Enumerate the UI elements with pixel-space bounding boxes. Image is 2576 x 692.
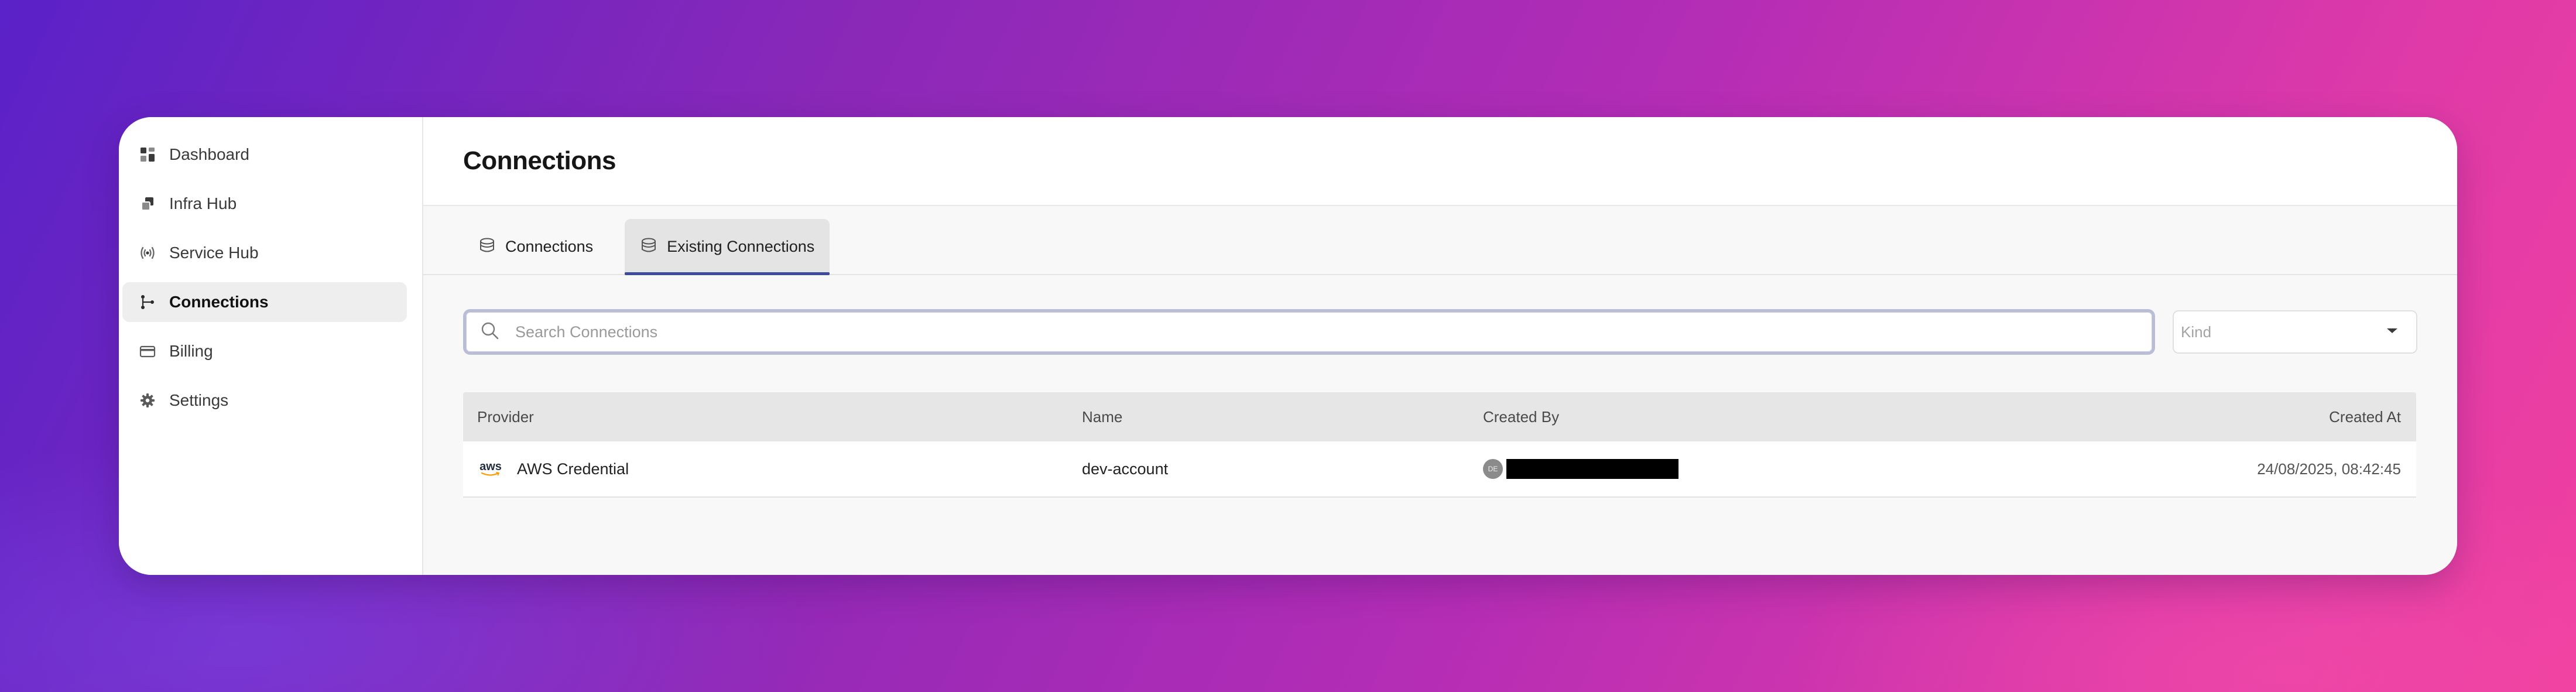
search-icon [480,321,500,344]
chevron-down-icon [2386,327,2399,338]
filter-bar: Kind [463,309,2417,355]
tab-bar: Connections Existing Connections [423,206,2457,275]
table-row[interactable]: aws AWS Credential dev-account DE 24/08/… [463,441,2416,498]
gear-icon [139,392,156,409]
sidebar-item-label: Infra Hub [169,194,237,213]
provider-name: AWS Credential [517,460,629,478]
sidebar: Dashboard Infra Hub Service Hub Connecti… [119,117,423,575]
page-title: Connections [463,146,616,175]
app-window: Dashboard Infra Hub Service Hub Connecti… [119,117,2457,575]
sidebar-item-billing[interactable]: Billing [122,331,407,371]
credit-card-icon [139,342,156,360]
kind-select-placeholder: Kind [2181,323,2212,341]
created-at-cell: 24/08/2025, 08:42:45 [2257,460,2401,478]
connections-table: Provider Name Created By Created At aws [463,392,2416,498]
sidebar-item-label: Dashboard [169,145,249,163]
provider-cell: aws AWS Credential [463,459,1082,479]
connections-icon [139,293,156,311]
page-header: Connections [423,117,2457,206]
sidebar-item-label: Billing [169,342,213,360]
broadcast-icon [139,244,156,262]
sidebar-item-label: Settings [169,391,229,409]
column-header-created-by[interactable]: Created By [1483,408,2092,426]
column-header-provider[interactable]: Provider [463,408,1082,426]
dashboard-icon [139,146,156,163]
created-by-cell: DE [1483,459,2092,479]
redacted-user-name [1506,459,1678,479]
column-header-created-at[interactable]: Created At [2092,408,2416,426]
search-input[interactable] [515,323,2096,341]
tab-label: Connections [505,237,594,255]
kind-select[interactable]: Kind [2173,310,2417,354]
connection-name: dev-account [1082,460,1169,478]
tab-existing-connections[interactable]: Existing Connections [625,219,830,275]
database-icon [478,237,496,257]
sidebar-item-connections[interactable]: Connections [122,282,407,322]
tab-connections[interactable]: Connections [463,219,608,274]
sidebar-item-infra-hub[interactable]: Infra Hub [122,184,407,224]
main-panel: Connections Connections Existing Connect… [423,117,2457,575]
database-icon [640,237,657,257]
column-header-name[interactable]: Name [1082,408,1483,426]
sidebar-item-label: Service Hub [169,244,259,262]
table-header: Provider Name Created By Created At [463,392,2416,441]
aws-logo-icon: aws [477,459,504,479]
search-box[interactable] [463,309,2155,355]
avatar: DE [1483,459,1503,479]
sidebar-item-label: Connections [169,293,269,311]
sidebar-item-settings[interactable]: Settings [122,381,407,420]
tab-label: Existing Connections [667,237,815,255]
connections-content: Kind Provider Name Created By Created At [423,275,2457,498]
cubes-icon [139,195,156,213]
sidebar-item-dashboard[interactable]: Dashboard [122,135,407,174]
sidebar-item-service-hub[interactable]: Service Hub [122,233,407,273]
